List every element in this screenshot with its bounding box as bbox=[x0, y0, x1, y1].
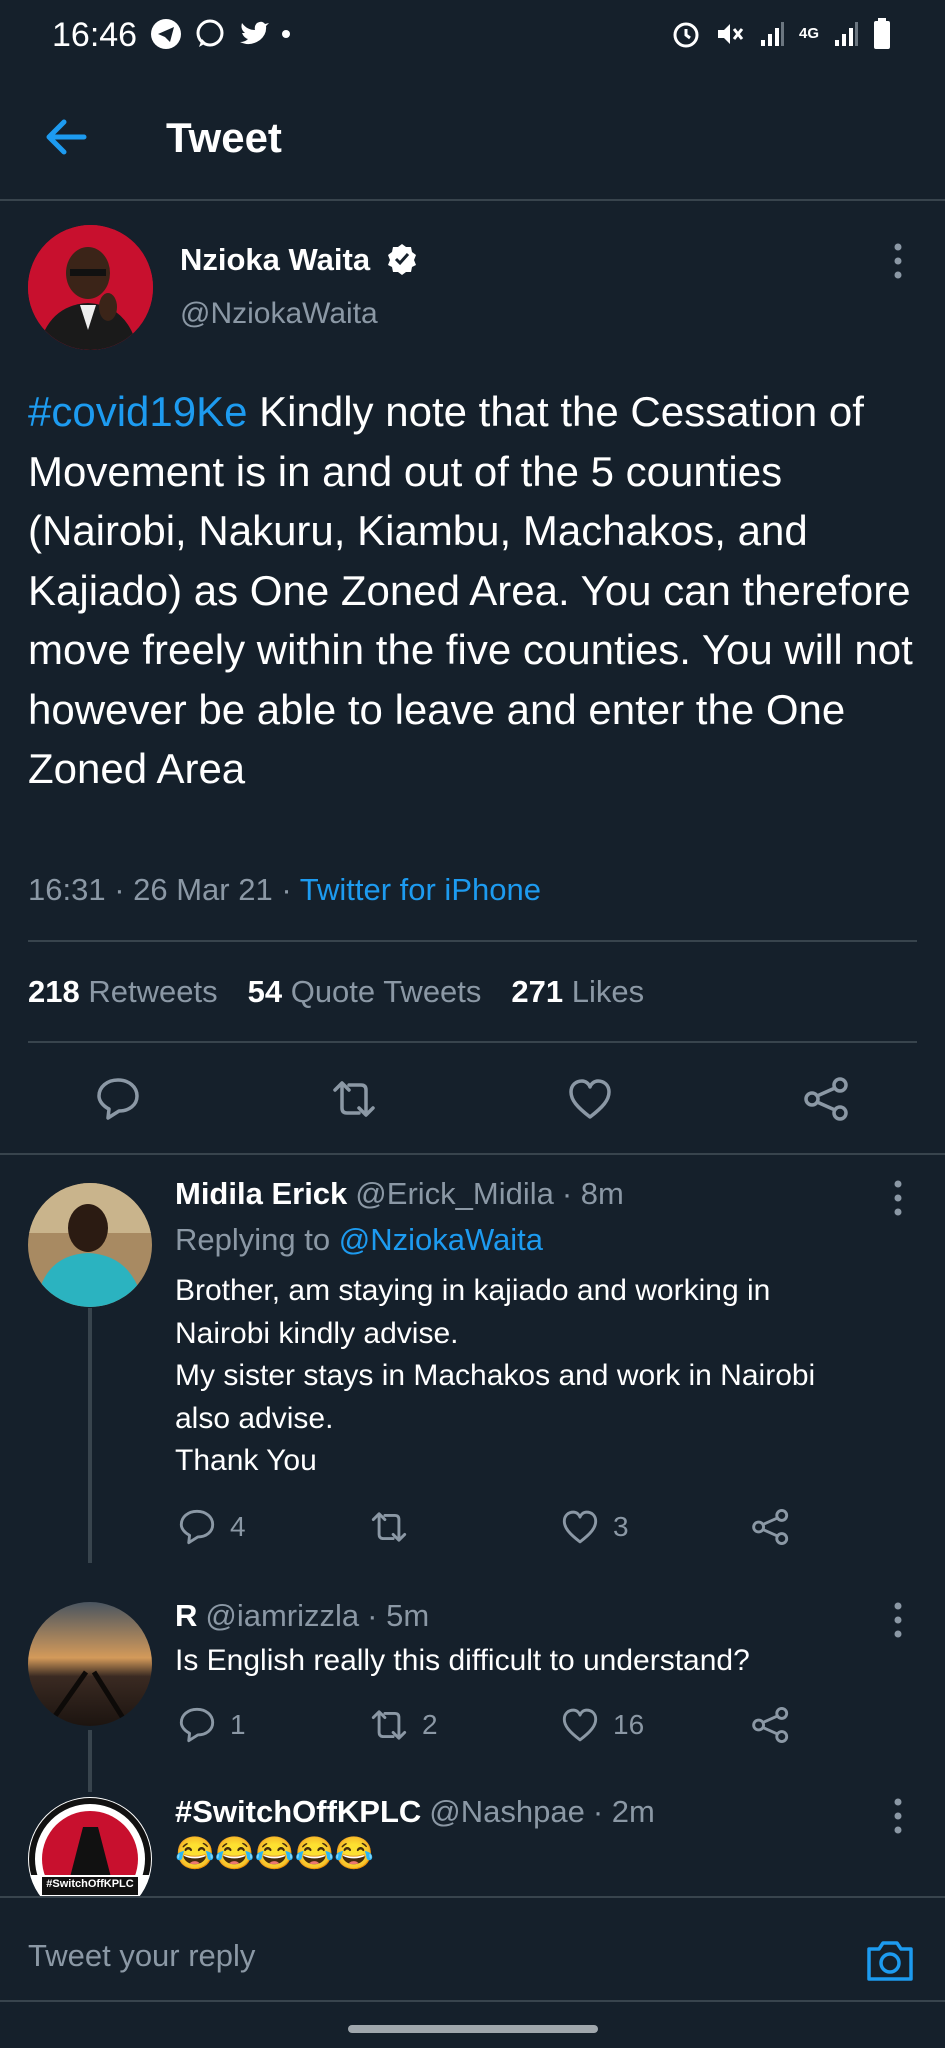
share-icon bbox=[752, 1707, 789, 1743]
thread-line bbox=[88, 1308, 92, 1563]
replying-to-handle[interactable]: @NziokaWaita bbox=[339, 1222, 543, 1257]
like-icon bbox=[562, 1708, 598, 1742]
reply-header: #SwitchOffKPLC @Nashpae · 2m bbox=[175, 1794, 655, 1830]
divider bbox=[28, 940, 917, 942]
reply-header: R @iamrizzla · 5m bbox=[175, 1598, 429, 1634]
share-icon[interactable] bbox=[804, 1076, 850, 1122]
reply-header: Midila Erick @Erick_Midila · 8m bbox=[175, 1176, 624, 1212]
twitter-icon bbox=[240, 21, 269, 45]
author-avatar[interactable] bbox=[28, 225, 153, 350]
like-icon bbox=[562, 1510, 598, 1544]
author-name[interactable]: Nzioka Waita bbox=[180, 242, 370, 278]
more-options-icon[interactable] bbox=[891, 1178, 905, 1218]
reply-icon[interactable] bbox=[95, 1076, 141, 1122]
reply-author-handle[interactable]: @Nashpae bbox=[429, 1794, 585, 1830]
tweet-source-link[interactable]: Twitter for iPhone bbox=[300, 872, 541, 907]
tweet-time: 16:31 bbox=[28, 872, 106, 907]
reply-age: · 8m bbox=[561, 1176, 624, 1211]
more-options-icon[interactable] bbox=[891, 1796, 905, 1836]
battery-icon bbox=[874, 18, 890, 49]
reply-avatar[interactable] bbox=[28, 1602, 152, 1726]
retweet-count: 2 bbox=[422, 1709, 438, 1740]
page-title: Tweet bbox=[166, 114, 282, 161]
divider bbox=[0, 1153, 945, 1155]
like-button[interactable]: 3 bbox=[561, 1508, 629, 1546]
more-options-icon[interactable] bbox=[891, 1600, 905, 1640]
reply-text-line: My sister stays in Machakos and work in … bbox=[175, 1359, 816, 1392]
retweet-button[interactable]: 2 bbox=[370, 1706, 438, 1744]
retweet-icon bbox=[371, 1512, 407, 1542]
reply-author-name[interactable]: Midila Erick bbox=[175, 1176, 347, 1212]
divider bbox=[0, 1896, 945, 1898]
like-count: 16 bbox=[613, 1709, 645, 1740]
header-divider bbox=[0, 199, 945, 201]
retweet-button[interactable] bbox=[370, 1508, 422, 1546]
reply-author-name[interactable]: #SwitchOffKPLC bbox=[175, 1794, 421, 1830]
replying-to: Replying to @NziokaWaita bbox=[175, 1222, 543, 1258]
thread-line bbox=[88, 1730, 92, 1792]
tweet-date: 26 Mar 21 bbox=[133, 872, 273, 907]
quote-tweets-stat[interactable]: 54 Quote Tweets bbox=[248, 974, 482, 1010]
tweet-text: #covid19Ke Kindly note that the Cessatio… bbox=[28, 382, 918, 799]
like-icon[interactable] bbox=[567, 1076, 613, 1122]
tweet-body-text: Kindly note that the Cessation of Moveme… bbox=[28, 388, 913, 792]
back-arrow-icon[interactable] bbox=[40, 112, 90, 162]
reply-text-line: Is English really this difficult to unde… bbox=[175, 1644, 750, 1677]
avatar-text: #SwitchOffKPLC bbox=[46, 1878, 134, 1890]
status-right-icons: 4G bbox=[671, 18, 891, 50]
share-button[interactable] bbox=[752, 1508, 790, 1546]
reply-text-line: Brother, am staying in kajiado and worki… bbox=[175, 1274, 771, 1307]
retweet-icon[interactable] bbox=[331, 1076, 377, 1122]
status-time: 16:46 bbox=[52, 16, 138, 54]
reply-button[interactable]: 1 bbox=[178, 1706, 246, 1744]
reply-emojis: 😂😂😂😂😂 bbox=[175, 1835, 375, 1871]
retweets-stat[interactable]: 218 Retweets bbox=[28, 974, 218, 1010]
home-indicator[interactable] bbox=[348, 2025, 598, 2033]
reply-avatar[interactable] bbox=[28, 1183, 152, 1307]
retweet-icon bbox=[371, 1710, 407, 1740]
signal-icon bbox=[760, 22, 784, 46]
divider bbox=[0, 2000, 945, 2002]
reply-author-handle[interactable]: @iamrizzla bbox=[205, 1598, 359, 1634]
replying-to-label: Replying to bbox=[175, 1222, 331, 1257]
like-button[interactable]: 16 bbox=[561, 1706, 644, 1744]
reply-text-line: also advise. bbox=[175, 1401, 334, 1435]
reply-count: 4 bbox=[230, 1511, 246, 1542]
reply-author-name[interactable]: R bbox=[175, 1598, 197, 1634]
reply-age: · 5m bbox=[367, 1598, 430, 1633]
whatsapp-icon bbox=[196, 19, 224, 47]
like-count: 3 bbox=[613, 1511, 629, 1542]
divider bbox=[28, 1041, 917, 1043]
camera-icon[interactable] bbox=[865, 1935, 915, 1985]
reply-count: 1 bbox=[230, 1709, 246, 1740]
reply-text-line: Nairobi kindly advise. bbox=[175, 1316, 459, 1350]
likes-stat[interactable]: 271 Likes bbox=[511, 974, 644, 1010]
dot-icon bbox=[282, 30, 290, 38]
reply-button[interactable]: 4 bbox=[178, 1508, 246, 1546]
share-icon bbox=[752, 1509, 789, 1545]
telegram-icon bbox=[151, 19, 181, 49]
mute-icon bbox=[717, 24, 744, 44]
tweet-meta: 16:31 · 26 Mar 21 · Twitter for iPhone bbox=[28, 872, 541, 907]
verified-badge-icon bbox=[388, 244, 416, 275]
author-handle[interactable]: @NziokaWaita bbox=[180, 297, 378, 331]
network-type: 4G bbox=[798, 25, 819, 42]
hashtag-link[interactable]: #covid19Ke bbox=[28, 388, 248, 435]
alarm-icon bbox=[673, 22, 699, 48]
share-button[interactable] bbox=[752, 1706, 790, 1744]
status-left-icons bbox=[150, 18, 290, 50]
reply-icon bbox=[179, 1509, 215, 1545]
reply-text-line: Thank You bbox=[175, 1444, 317, 1477]
signal-icon bbox=[835, 22, 858, 46]
reply-icon bbox=[179, 1707, 215, 1743]
tweet-stats: 218 Retweets 54 Quote Tweets 271 Likes bbox=[28, 974, 644, 1010]
reply-text: Brother, am staying in kajiado and worki… bbox=[175, 1270, 935, 1483]
reply-text: Is English really this difficult to unde… bbox=[175, 1640, 935, 1683]
reply-age: · 2m bbox=[592, 1794, 655, 1829]
reply-author-handle[interactable]: @Erick_Midila bbox=[355, 1176, 554, 1212]
tweet-reply-input[interactable]: Tweet your reply bbox=[28, 1938, 255, 1974]
more-options-icon[interactable] bbox=[891, 241, 905, 281]
